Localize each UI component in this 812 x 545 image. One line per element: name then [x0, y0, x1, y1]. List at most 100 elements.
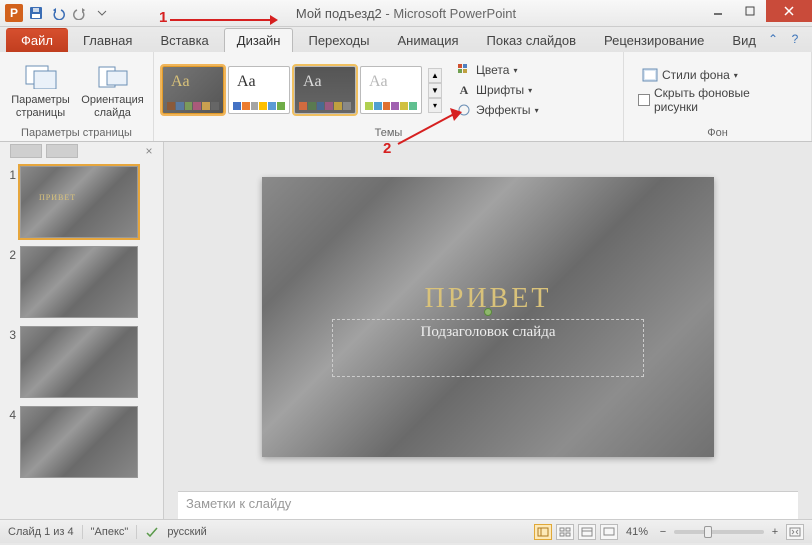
effects-icon	[456, 102, 472, 118]
theme-thumb-4[interactable]: Aa	[360, 66, 422, 114]
orientation-label: Ориентация слайда	[81, 94, 143, 119]
slide-subtitle-text[interactable]: Подзаголовок слайда	[421, 324, 556, 376]
fonts-icon: A	[456, 82, 472, 98]
bg-styles-label: Стили фона	[662, 68, 730, 82]
thumb-row-4: 4	[4, 406, 159, 478]
theme-colors-button[interactable]: Цвета ▾	[452, 61, 543, 79]
status-bar: Слайд 1 из 4 "Апекс" русский 41% − +	[0, 519, 812, 543]
theme-gallery-more[interactable]: ▾	[428, 98, 442, 113]
tab-view[interactable]: Вид	[719, 28, 769, 52]
tab-file[interactable]: Файл	[6, 28, 68, 52]
rotation-handle[interactable]	[484, 308, 492, 316]
slide-editor[interactable]: ПРИВЕТ Подзаголовок слайда	[164, 142, 812, 491]
thumbnail-list[interactable]: 1 ПРИВЕТ 2 3 4	[0, 160, 163, 519]
group-page-setup: Параметры страницы Ориентация слайда Пар…	[0, 52, 154, 141]
slide-thumbnail-4[interactable]	[20, 406, 138, 478]
ribbon-tab-strip: Файл Главная Вставка Дизайн Переходы Ани…	[0, 27, 812, 52]
slide-thumbnail-2[interactable]	[20, 246, 138, 318]
tab-insert[interactable]: Вставка	[147, 28, 221, 52]
sorter-view-button[interactable]	[556, 524, 574, 540]
thumb-row-3: 3	[4, 326, 159, 398]
theme-effects-button[interactable]: Эффекты ▾	[452, 101, 543, 119]
help-icon[interactable]: ?	[786, 30, 804, 48]
zoom-slider[interactable]	[674, 530, 764, 534]
tab-review[interactable]: Рецензирование	[591, 28, 717, 52]
slide-thumbnail-3[interactable]	[20, 326, 138, 398]
theme-thumb-1[interactable]: Aa	[162, 66, 224, 114]
minimize-button[interactable]	[702, 0, 734, 22]
thumb-number: 4	[4, 406, 16, 422]
notes-pane[interactable]: Заметки к слайду	[178, 491, 798, 519]
page-setup-button[interactable]: Параметры страницы	[8, 58, 74, 121]
background-styles-button[interactable]: Стили фона ▾	[638, 66, 742, 84]
ribbon-help-area: ⌃ ?	[764, 30, 804, 48]
subtitle-placeholder[interactable]: Подзаголовок слайда	[332, 319, 644, 377]
thumb-number: 2	[4, 246, 16, 262]
tab-design[interactable]: Дизайн	[224, 28, 294, 52]
reading-view-button[interactable]	[578, 524, 596, 540]
slide-counter: Слайд 1 из 4	[8, 526, 74, 538]
normal-view-button[interactable]	[534, 524, 552, 540]
bg-styles-icon	[642, 67, 658, 83]
group-background: Стили фона ▾ Скрыть фоновые рисунки Фон	[624, 52, 812, 141]
window-title: Мой подъезд2 - Microsoft PowerPoint	[0, 6, 812, 21]
document-name: Мой подъезд2	[296, 6, 382, 21]
thumb-row-1: 1 ПРИВЕТ	[4, 166, 159, 238]
orientation-icon	[97, 60, 129, 92]
zoom-in-button[interactable]: +	[768, 525, 782, 539]
save-icon[interactable]	[26, 3, 46, 23]
slide-orientation-button[interactable]: Ориентация слайда	[80, 58, 146, 121]
workspace: × 1 ПРИВЕТ 2 3 4	[0, 142, 812, 519]
undo-icon[interactable]	[48, 3, 68, 23]
powerpoint-icon: P	[5, 4, 23, 22]
hide-bg-label: Скрыть фоновые рисунки	[654, 86, 797, 114]
group-themes: Aa Aa Aa Aa ▲ ▼ ▾	[154, 52, 624, 141]
group-label-themes: Темы	[375, 127, 403, 139]
page-setup-icon	[25, 60, 57, 92]
fit-to-window-button[interactable]	[786, 524, 804, 540]
tab-slideshow[interactable]: Показ слайдов	[474, 28, 590, 52]
theme-scroll-down[interactable]: ▼	[428, 83, 442, 98]
thumb-number: 1	[4, 166, 16, 182]
slide-thumbnail-1[interactable]: ПРИВЕТ	[20, 166, 138, 238]
spellcheck-icon[interactable]	[145, 525, 159, 539]
app-name: Microsoft PowerPoint	[393, 6, 516, 21]
group-label-page-setup: Параметры страницы	[21, 127, 132, 139]
hide-bg-graphics-checkbox[interactable]: Скрыть фоновые рисунки	[638, 86, 797, 114]
tab-home[interactable]: Главная	[70, 28, 145, 52]
pane-tab-outline[interactable]	[46, 144, 78, 158]
colors-icon	[456, 62, 472, 78]
thumb-number: 3	[4, 326, 16, 342]
slide[interactable]: ПРИВЕТ Подзаголовок слайда	[262, 177, 714, 457]
qat-customize-icon[interactable]	[92, 3, 112, 23]
tab-transitions[interactable]: Переходы	[295, 28, 382, 52]
close-button[interactable]	[766, 0, 812, 22]
zoom-slider-knob[interactable]	[704, 526, 712, 538]
tab-animations[interactable]: Анимация	[384, 28, 471, 52]
theme-scroll-up[interactable]: ▲	[428, 68, 442, 83]
quick-access-toolbar: P	[0, 3, 112, 23]
theme-gallery: Aa Aa Aa Aa ▲ ▼ ▾	[162, 66, 442, 114]
checkbox-icon	[638, 94, 650, 106]
pane-tab-strip: ×	[0, 142, 163, 160]
theme-fonts-button[interactable]: A Шрифты ▾	[452, 81, 543, 99]
title-bar: P Мой подъезд2 - Microsoft PowerPoint	[0, 0, 812, 27]
canvas-area: ПРИВЕТ Подзаголовок слайда Заметки к сла…	[164, 142, 812, 519]
zoom-percent[interactable]: 41%	[626, 526, 648, 538]
ribbon: Параметры страницы Ориентация слайда Пар…	[0, 52, 812, 142]
slide-thumbnail-pane: × 1 ПРИВЕТ 2 3 4	[0, 142, 164, 519]
zoom-out-button[interactable]: −	[656, 525, 670, 539]
redo-icon[interactable]	[70, 3, 90, 23]
pane-tab-slides[interactable]	[10, 144, 42, 158]
pane-close-button[interactable]: ×	[141, 143, 157, 159]
minimize-ribbon-icon[interactable]: ⌃	[764, 30, 782, 48]
theme-thumb-2[interactable]: Aa	[228, 66, 290, 114]
language-indicator[interactable]: русский	[167, 526, 206, 538]
slideshow-view-button[interactable]	[600, 524, 618, 540]
maximize-button[interactable]	[734, 0, 766, 22]
theme-gallery-scroll: ▲ ▼ ▾	[428, 68, 442, 113]
group-label-background: Фон	[707, 127, 728, 139]
app-menu-icon[interactable]: P	[4, 3, 24, 23]
fonts-label: Шрифты	[476, 83, 524, 97]
theme-thumb-3[interactable]: Aa	[294, 66, 356, 114]
